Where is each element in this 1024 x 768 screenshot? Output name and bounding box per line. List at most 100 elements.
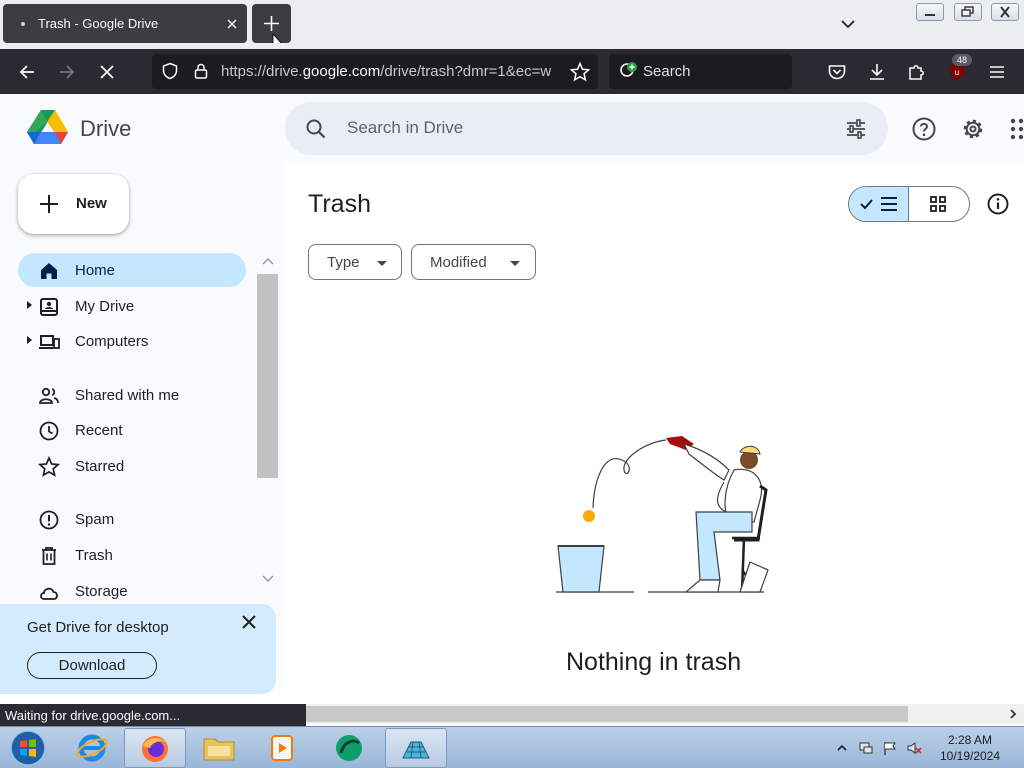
browser-toolbar: https://drive.google.com/drive/trash?dmr… — [0, 49, 1024, 94]
sidebar-scrollbar[interactable] — [256, 252, 280, 592]
forward-arrow-icon[interactable] — [56, 61, 78, 83]
window-restore-button[interactable] — [954, 3, 982, 21]
google-drive-logo-icon — [27, 110, 68, 144]
svg-text:u: u — [955, 68, 959, 77]
browser-search-box[interactable]: Search — [609, 54, 792, 89]
show-hidden-icons-chevron-icon[interactable] — [834, 740, 850, 756]
list-view-button[interactable] — [849, 187, 909, 221]
modified-filter-chip[interactable]: Modified — [411, 244, 536, 280]
search-input[interactable]: Search in Drive — [347, 118, 463, 138]
windows-start-orb-icon — [10, 730, 46, 766]
sidebar-item-computers[interactable]: Computers — [18, 324, 246, 358]
dropdown-caret-icon — [510, 261, 520, 266]
settings-gear-icon[interactable] — [960, 116, 986, 142]
sidebar-item-label: Starred — [75, 458, 125, 475]
sidebar-item-trash[interactable]: Trash — [18, 538, 246, 572]
google-apps-grid-icon[interactable] — [1008, 116, 1024, 142]
pocket-icon[interactable] — [826, 61, 848, 83]
sidebar-item-spam[interactable]: Spam — [18, 502, 246, 536]
taskbar-media-player[interactable] — [251, 728, 313, 768]
star-icon — [38, 456, 60, 477]
info-icon[interactable] — [986, 192, 1010, 216]
sidebar-item-label: Shared with me — [75, 387, 180, 404]
main-content: Trash Type Modified Nothing in trash — [284, 162, 1024, 688]
window-close-button[interactable] — [991, 3, 1019, 21]
windows-taskbar: 2:28 AM 10/19/2024 — [0, 726, 1024, 768]
desktop-promo-banner: Get Drive for desktop Download — [0, 604, 276, 694]
sidebar-item-starred[interactable]: Starred — [18, 449, 246, 483]
filter-label: Modified — [430, 254, 487, 271]
sidebar-scrollbar-thumb[interactable] — [257, 274, 278, 478]
scroll-up-chevron-icon[interactable] — [262, 256, 274, 266]
lock-icon[interactable] — [192, 62, 210, 80]
window-minimize-button[interactable] — [916, 3, 944, 21]
search-label: Search — [643, 63, 691, 80]
action-center-flag-icon[interactable] — [882, 740, 898, 756]
shield-icon[interactable] — [161, 62, 179, 80]
url-bar[interactable]: https://drive.google.com/drive/trash?dmr… — [152, 54, 598, 89]
drive-logo[interactable]: Drive — [27, 108, 167, 148]
grid-view-button[interactable] — [909, 187, 969, 221]
trash-icon — [42, 547, 56, 565]
help-icon[interactable] — [911, 116, 937, 142]
sidebar-item-label: Home — [75, 262, 116, 279]
drive-search-bar[interactable]: Search in Drive — [285, 102, 888, 155]
tab-title: Trash - Google Drive — [38, 16, 159, 31]
network-tray-icon[interactable] — [858, 740, 874, 756]
page-load-status: Waiting for drive.google.com... — [0, 704, 306, 726]
scroll-right-arrow-icon[interactable] — [1008, 709, 1018, 719]
start-button[interactable] — [2, 728, 54, 768]
taskbar-internet-explorer[interactable] — [61, 728, 123, 768]
empty-state-title: Nothing in trash — [566, 648, 742, 676]
clock-date: 10/19/2024 — [939, 749, 1001, 763]
taskbar-app-green[interactable] — [318, 728, 380, 768]
sidebar-item-label: Computers — [75, 333, 149, 350]
drive-header: Drive Search in Drive — [0, 94, 1024, 162]
hamburger-menu-icon[interactable] — [986, 61, 1008, 83]
search-options-tune-icon[interactable] — [845, 118, 867, 140]
internet-explorer-icon — [76, 734, 108, 762]
new-button[interactable]: New — [18, 174, 129, 234]
back-arrow-icon[interactable] — [16, 61, 38, 83]
minimize-icon — [925, 14, 935, 16]
plus-icon — [264, 16, 282, 43]
expand-arrow-icon[interactable] — [27, 336, 32, 344]
empty-trash-illustration — [556, 436, 769, 593]
taskbar-firefox[interactable] — [124, 728, 186, 768]
bookmark-star-icon[interactable] — [569, 61, 591, 83]
new-tab-button[interactable] — [252, 4, 291, 43]
taskbar-clock[interactable]: 2:28 AM 10/19/2024 — [928, 732, 1012, 764]
download-button[interactable]: Download — [27, 652, 157, 679]
extensions-puzzle-icon[interactable] — [906, 61, 928, 83]
view-toggle — [848, 186, 970, 222]
taskbar-file-explorer[interactable] — [188, 728, 250, 768]
clock-time: 2:28 AM — [947, 733, 993, 747]
browser-tab-active[interactable]: Trash - Google Drive — [3, 4, 247, 43]
close-icon[interactable] — [240, 613, 258, 631]
sidebar-item-home[interactable]: Home — [18, 253, 246, 287]
my-drive-icon — [40, 298, 58, 316]
volume-muted-icon[interactable] — [906, 740, 922, 756]
type-filter-chip[interactable]: Type — [308, 244, 402, 280]
restore-icon — [961, 6, 974, 17]
tab-close-icon[interactable] — [224, 16, 240, 32]
sidebar-item-label: Recent — [75, 422, 123, 439]
promo-title: Get Drive for desktop — [27, 619, 169, 636]
sidebar-item-my-drive[interactable]: My Drive — [18, 289, 246, 323]
stop-loading-icon[interactable] — [96, 61, 118, 83]
clock-icon — [39, 421, 59, 441]
expand-arrow-icon[interactable] — [27, 301, 32, 309]
search-icon[interactable] — [305, 118, 327, 140]
list-all-tabs-chevron-icon[interactable] — [838, 14, 858, 34]
folder-icon — [203, 738, 235, 761]
downloads-icon[interactable] — [866, 61, 888, 83]
sidebar-item-shared-with-me[interactable]: Shared with me — [18, 378, 246, 412]
sidebar-item-label: Trash — [75, 547, 113, 564]
horizontal-scrollbar-thumb[interactable] — [306, 706, 908, 722]
sidebar-item-recent[interactable]: Recent — [18, 413, 246, 447]
sidebar-item-storage[interactable]: Storage — [18, 574, 246, 608]
new-button-label: New — [76, 195, 107, 212]
scroll-down-chevron-icon[interactable] — [262, 574, 274, 584]
horizontal-scrollbar[interactable] — [306, 704, 1024, 724]
taskbar-app-network[interactable] — [385, 728, 447, 768]
